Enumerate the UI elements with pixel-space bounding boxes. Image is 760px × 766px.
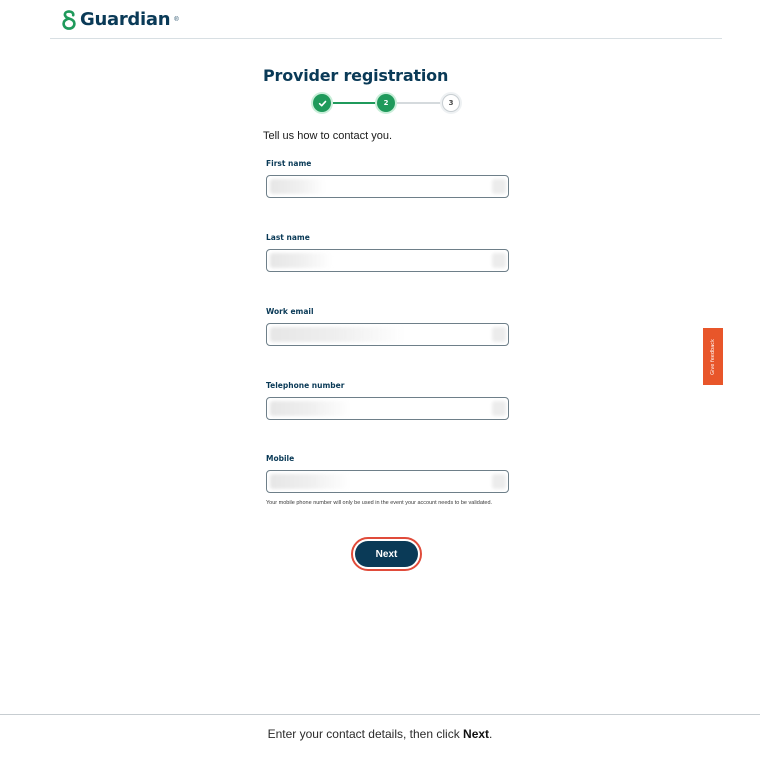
mobile-value-redacted (270, 474, 350, 489)
step-1-completed (313, 94, 331, 112)
progress-stepper: 2 3 (312, 93, 462, 113)
stepper-connector-completed (333, 102, 377, 104)
last-name-label: Last name (266, 233, 310, 242)
work-email-field[interactable] (266, 323, 509, 346)
form-intro: Tell us how to contact you. (263, 130, 393, 142)
last-name-value-redacted (270, 253, 332, 268)
mobile-label: Mobile (266, 454, 295, 463)
instruction-period: . (489, 727, 493, 741)
work-email-trailing-blur (492, 327, 506, 342)
give-feedback-tab[interactable]: Give feedback (703, 328, 723, 385)
header-divider (50, 38, 722, 39)
give-feedback-label: Give feedback (710, 338, 717, 375)
first-name-label: First name (266, 159, 312, 168)
guardian-logo[interactable]: Guardian ® (62, 9, 179, 30)
check-icon (318, 100, 326, 106)
first-name-trailing-blur (492, 179, 506, 194)
next-button[interactable]: Next (355, 541, 418, 567)
telephone-value-redacted (270, 401, 350, 416)
stepper-connector-pending (397, 102, 442, 104)
trademark-symbol: ® (174, 16, 179, 23)
page-title: Provider registration (263, 66, 449, 85)
work-email-label: Work email (266, 307, 314, 316)
telephone-field[interactable] (266, 397, 509, 420)
task-instruction: Enter your contact details, then click N… (0, 727, 760, 741)
instruction-text: Enter your contact details, then click (267, 727, 464, 741)
instruction-divider (0, 714, 760, 715)
first-name-value-redacted (270, 179, 325, 194)
brand-name: Guardian (80, 9, 171, 30)
last-name-trailing-blur (492, 253, 506, 268)
step-3-upcoming: 3 (442, 94, 460, 112)
guardian-g-icon (62, 9, 76, 30)
mobile-helper-text: Your mobile phone number will only be us… (266, 500, 493, 506)
work-email-value-redacted (270, 327, 405, 342)
telephone-trailing-blur (492, 401, 506, 416)
last-name-field[interactable] (266, 249, 509, 272)
telephone-label: Telephone number (266, 381, 345, 390)
first-name-field[interactable] (266, 175, 509, 198)
mobile-trailing-blur (492, 474, 506, 489)
instruction-emphasis: Next (463, 727, 490, 741)
mobile-field[interactable] (266, 470, 509, 493)
step-2-current: 2 (377, 94, 395, 112)
